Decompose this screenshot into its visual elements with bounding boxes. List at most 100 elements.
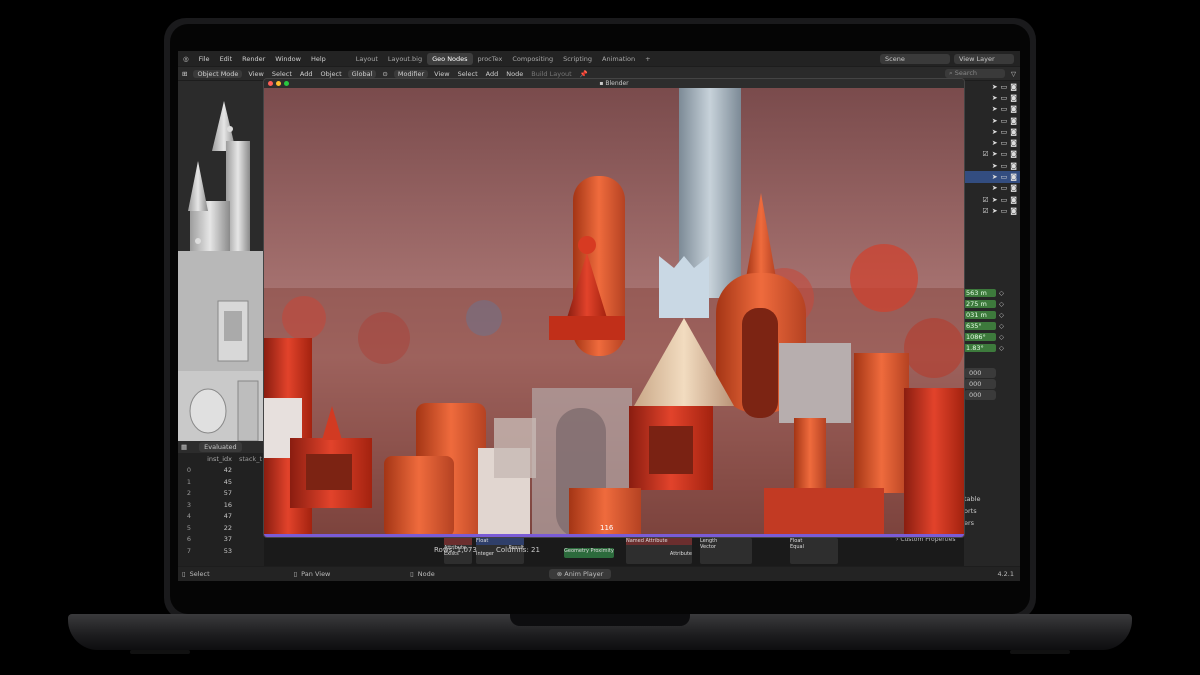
camera-icon[interactable]: ◙: [1010, 150, 1017, 158]
node-menu[interactable]: Node: [502, 70, 527, 78]
3d-viewport[interactable]: [178, 81, 264, 441]
outliner-row[interactable]: ➤ ▭ ◙: [964, 81, 1020, 92]
select-arrow-icon[interactable]: ➤: [992, 117, 998, 125]
geometry-proximity-node[interactable]: Geometry Proximity: [564, 548, 614, 558]
select-arrow-icon[interactable]: ➤: [992, 105, 998, 113]
playback-progress-bar[interactable]: [264, 534, 964, 537]
menu-render[interactable]: Render: [237, 55, 270, 63]
camera-icon[interactable]: ◙: [1010, 162, 1017, 170]
search-input[interactable]: ⌕ Search: [945, 69, 1005, 78]
scale-x-field[interactable]: 000: [964, 367, 996, 378]
maximize-icon[interactable]: [284, 81, 289, 86]
scale-z-field[interactable]: 000: [964, 389, 996, 400]
select-arrow-icon[interactable]: ➤: [992, 94, 998, 102]
outliner-row[interactable]: ➤ ▭ ◙: [964, 160, 1020, 171]
select-arrow-icon[interactable]: ➤: [992, 173, 998, 181]
column-header[interactable]: inst_idx: [200, 455, 232, 463]
custom-properties-panel[interactable]: › Custom Properties: [896, 536, 956, 543]
blender-logo-icon[interactable]: ◎: [178, 55, 194, 63]
outliner-row[interactable]: ➤ ▭ ◙: [964, 115, 1020, 126]
select-arrow-icon[interactable]: ➤: [992, 184, 998, 192]
rotation-z-field[interactable]: 1.83°: [964, 343, 996, 352]
camera-icon[interactable]: ◙: [1010, 105, 1017, 113]
add-workspace-button[interactable]: +: [640, 53, 655, 65]
spreadsheet-icon[interactable]: ▦: [181, 443, 187, 451]
pivot-icon[interactable]: ⊙: [378, 70, 391, 78]
menu-help[interactable]: Help: [306, 55, 331, 63]
outliner-row[interactable]: ➤ ▭ ◙: [964, 183, 1020, 194]
rotation-x-field[interactable]: 635°: [964, 321, 996, 330]
location-y-field[interactable]: 275 m: [964, 299, 996, 308]
select-arrow-icon[interactable]: ➤: [992, 196, 998, 204]
keyframe-icon[interactable]: ◇: [999, 311, 1004, 319]
tab-layout-big[interactable]: Layout.big: [383, 53, 427, 65]
camera-icon[interactable]: ◙: [1010, 184, 1017, 192]
monitor-icon[interactable]: ▭: [1001, 162, 1008, 170]
modifier-dropdown[interactable]: Modifier: [393, 69, 429, 78]
scene-selector[interactable]: Scene: [880, 53, 950, 64]
menu-window[interactable]: Window: [270, 55, 306, 63]
named-attribute-node[interactable]: Named Attribute Attribute: [626, 538, 692, 564]
pin-icon[interactable]: 📌: [576, 70, 592, 78]
camera-icon[interactable]: ◙: [1010, 128, 1017, 136]
tab-compositing[interactable]: Compositing: [507, 53, 558, 65]
outliner-row[interactable]: ☑ ➤ ▭ ◙: [964, 194, 1020, 205]
monitor-icon[interactable]: ▭: [1001, 94, 1008, 102]
column-header[interactable]: stack_t: [232, 455, 262, 463]
menu-edit[interactable]: Edit: [215, 55, 238, 63]
compare-node[interactable]: Float Equal: [790, 538, 838, 564]
checkbox-icon[interactable]: ☑: [982, 196, 988, 204]
outliner-row[interactable]: ☑ ➤ ▭ ◙: [964, 205, 1020, 216]
outliner-row[interactable]: ➤ ▭ ◙: [964, 137, 1020, 148]
tab-proctex[interactable]: procTex: [473, 53, 508, 65]
select-arrow-icon[interactable]: ➤: [992, 128, 998, 136]
select-arrow-icon[interactable]: ➤: [992, 162, 998, 170]
outliner-row-selected[interactable]: ➤ ▭ ◙: [964, 171, 1020, 183]
outliner-row[interactable]: ➤ ▭ ◙: [964, 104, 1020, 115]
minimize-icon[interactable]: [276, 81, 281, 86]
monitor-icon[interactable]: ▭: [1001, 150, 1008, 158]
camera-icon[interactable]: ◙: [1010, 196, 1017, 204]
keyframe-icon[interactable]: ◇: [999, 344, 1004, 352]
checkbox-icon[interactable]: ☑: [982, 150, 988, 158]
location-z-field[interactable]: 031 m: [964, 310, 996, 319]
close-icon[interactable]: [268, 81, 273, 86]
tab-geo-nodes[interactable]: Geo Nodes: [427, 52, 473, 65]
scale-y-field[interactable]: 000: [964, 378, 996, 389]
camera-icon[interactable]: ◙: [1010, 207, 1017, 215]
anim-player-task[interactable]: ⊗ Anim Player: [548, 569, 612, 579]
view-layer-selector[interactable]: View Layer: [954, 53, 1014, 64]
select-arrow-icon[interactable]: ➤: [992, 139, 998, 147]
menu-file[interactable]: File: [194, 55, 215, 63]
add-menu[interactable]: Add: [296, 70, 317, 78]
object-mode-dropdown[interactable]: Object Mode: [193, 69, 243, 78]
monitor-icon[interactable]: ▭: [1001, 83, 1008, 91]
camera-icon[interactable]: ◙: [1010, 117, 1017, 125]
monitor-icon[interactable]: ▭: [1001, 117, 1008, 125]
orientation-dropdown[interactable]: Global: [347, 69, 377, 78]
outliner-row[interactable]: ➤ ▭ ◙: [964, 92, 1020, 103]
evaluated-dropdown[interactable]: Evaluated: [199, 442, 242, 452]
tab-animation[interactable]: Animation: [597, 53, 640, 65]
monitor-icon[interactable]: ▭: [1001, 139, 1008, 147]
select-menu[interactable]: Select: [268, 70, 296, 78]
filter-icon[interactable]: ▽: [1007, 70, 1020, 78]
select-arrow-icon[interactable]: ➤: [992, 150, 998, 158]
node-add-menu[interactable]: Add: [482, 70, 503, 78]
location-x-field[interactable]: 563 m: [964, 288, 996, 297]
keyframe-icon[interactable]: ◇: [999, 289, 1004, 297]
node-editor[interactable]: Attribute Exists Float Result Integer Geome…: [264, 536, 964, 566]
keyframe-icon[interactable]: ◇: [999, 322, 1004, 330]
node-select-menu[interactable]: Select: [454, 70, 482, 78]
monitor-icon[interactable]: ▭: [1001, 184, 1008, 192]
select-arrow-icon[interactable]: ➤: [992, 83, 998, 91]
camera-icon[interactable]: ◙: [1010, 139, 1017, 147]
monitor-icon[interactable]: ▭: [1001, 105, 1008, 113]
object-menu[interactable]: Object: [317, 70, 346, 78]
editor-type-icon[interactable]: ⊞: [178, 70, 191, 78]
tab-scripting[interactable]: Scripting: [558, 53, 597, 65]
rotation-y-field[interactable]: 1086°: [964, 332, 996, 341]
view-menu[interactable]: View: [244, 70, 267, 78]
monitor-icon[interactable]: ▭: [1001, 207, 1008, 215]
monitor-icon[interactable]: ▭: [1001, 173, 1008, 181]
